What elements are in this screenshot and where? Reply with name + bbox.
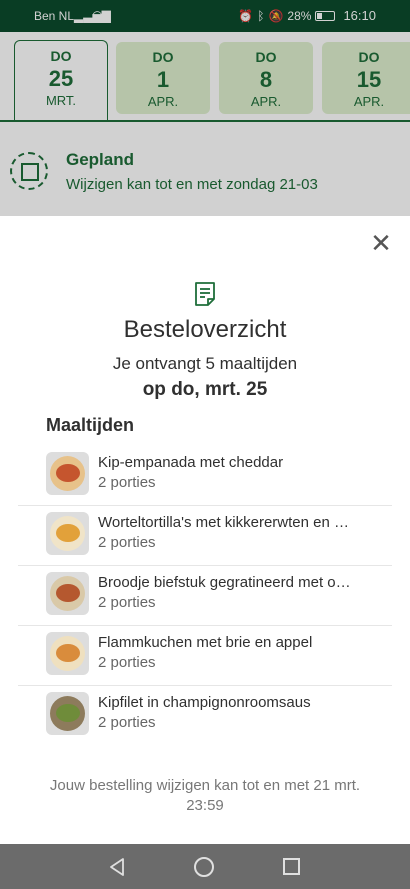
- meal-item[interactable]: Broodje biefstuk gegratineerd met o… 2 p…: [18, 566, 392, 626]
- home-icon[interactable]: [194, 857, 214, 877]
- modal-scrim[interactable]: [0, 0, 410, 216]
- meal-name: Worteltortilla's met kikkererwten en …: [98, 514, 349, 531]
- meal-item[interactable]: Kip-empanada met cheddar 2 porties: [18, 446, 392, 506]
- order-change-deadline: Jouw bestelling wijzigen kan tot en met …: [49, 777, 361, 814]
- meal-item[interactable]: Flammkuchen met brie en appel 2 porties: [18, 626, 392, 686]
- delivery-date: op do, mrt. 25: [142, 379, 268, 400]
- document-icon: [195, 282, 215, 306]
- food-shape: [56, 524, 80, 542]
- food-shape: [56, 464, 80, 482]
- food-shape: [56, 704, 80, 722]
- meal-portions: 2 porties: [98, 474, 156, 491]
- order-overview-sheet: ✕ Besteloverzicht Je ontvangt 5 maaltijd…: [0, 216, 410, 844]
- meal-thumbnail: [46, 632, 89, 675]
- meal-name: Kip-empanada met cheddar: [98, 454, 284, 471]
- meals-section-title: Maaltijden: [46, 415, 135, 435]
- meal-list: Kip-empanada met cheddar 2 porties Worte…: [18, 446, 392, 746]
- meal-portions: 2 porties: [98, 714, 156, 731]
- meal-name: Broodje biefstuk gegratineerd met o…: [98, 574, 351, 591]
- meal-thumbnail: [46, 452, 89, 495]
- back-icon[interactable]: [106, 856, 128, 878]
- food-shape: [56, 584, 80, 602]
- meal-thumbnail: [46, 572, 89, 615]
- meal-name: Flammkuchen met brie en appel: [98, 634, 313, 651]
- sheet-title: Besteloverzicht: [123, 316, 287, 343]
- system-nav-bar: [0, 844, 410, 889]
- meal-thumbnail: [46, 692, 89, 735]
- meal-item[interactable]: Kipfilet in champignonroomsaus 2 porties: [18, 686, 392, 746]
- meal-portions: 2 porties: [98, 594, 156, 611]
- meal-thumbnail: [46, 512, 89, 555]
- meal-item[interactable]: Worteltortilla's met kikkererwten en … 2…: [18, 506, 392, 566]
- food-shape: [56, 644, 80, 662]
- meal-count-text: Je ontvangt 5 maaltijden: [112, 354, 298, 373]
- meal-name: Kipfilet in champignonroomsaus: [98, 694, 311, 711]
- meal-portions: 2 porties: [98, 534, 156, 551]
- close-icon[interactable]: ✕: [370, 230, 392, 256]
- recent-apps-icon[interactable]: [283, 858, 300, 875]
- meal-portions: 2 porties: [98, 654, 156, 671]
